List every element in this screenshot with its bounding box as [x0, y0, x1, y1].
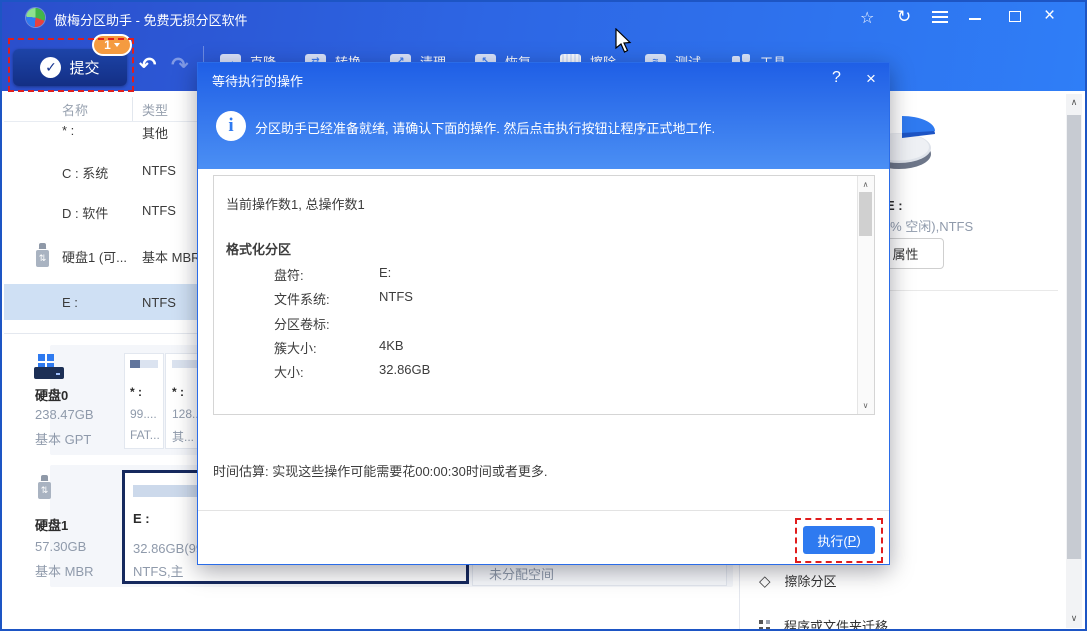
partition-label: * :: [172, 385, 184, 399]
panel-scrollbar[interactable]: ∧ ∨: [1066, 94, 1082, 628]
list-scrollbar[interactable]: ∧ ∨: [857, 176, 874, 414]
scrollbar-thumb[interactable]: [859, 192, 872, 236]
operation-name: 格式化分区: [226, 239, 291, 258]
field-value: E:: [379, 265, 391, 280]
operations-summary: 当前操作数1, 总操作数1: [226, 194, 365, 213]
header-underline: [4, 121, 204, 122]
table-row-name[interactable]: D : 软件: [62, 203, 108, 222]
dialog-title: 等待执行的操作: [212, 71, 303, 90]
scroll-up-icon[interactable]: ∧: [1066, 97, 1082, 108]
field-value: 4KB: [379, 338, 404, 353]
mouse-cursor: [614, 28, 632, 54]
operations-list[interactable]: ∧ ∨ 当前操作数1, 总操作数1 格式化分区 盘符: E: 文件系统: NTF…: [213, 175, 875, 415]
field-label: 盘符:: [274, 265, 304, 284]
menu-label: 程序或文件夹迁移: [784, 616, 888, 631]
help-icon[interactable]: ?: [832, 69, 841, 87]
menu-label: 擦除分区: [785, 571, 837, 590]
refresh-icon[interactable]: ↻: [897, 7, 911, 27]
partition-label: E :: [133, 511, 150, 526]
field-label: 大小:: [274, 362, 304, 381]
maximize-button[interactable]: [1009, 11, 1021, 22]
field-value: NTFS: [379, 289, 413, 304]
undo-icon[interactable]: ↶: [139, 53, 157, 78]
menu-item-app-mover[interactable]: 程序或文件夹迁移: [759, 616, 888, 631]
disk-size: 57.30GB: [35, 539, 86, 554]
close-button[interactable]: ×: [1044, 5, 1055, 27]
favorite-star-icon[interactable]: ☆: [860, 8, 874, 28]
properties-label: 属性: [892, 244, 918, 263]
table-row-name[interactable]: C : 系统: [62, 163, 108, 182]
dialog-info-text: 分区助手已经准备就绪, 请确认下面的操作. 然后点击执行按钮让程序正式地工作.: [255, 118, 715, 137]
column-header-type[interactable]: 类型: [142, 100, 168, 119]
table-row-name[interactable]: 硬盘1 (可...: [62, 247, 127, 266]
partition-fs: FAT...: [130, 428, 160, 442]
disk-name[interactable]: 硬盘1: [35, 515, 68, 534]
disk-name[interactable]: 硬盘0: [35, 385, 68, 404]
app-logo-icon: [26, 8, 45, 27]
table-row-name[interactable]: * :: [62, 123, 74, 138]
field-label: 文件系统:: [274, 289, 330, 308]
table-row-name[interactable]: E :: [62, 295, 78, 310]
table-row-type[interactable]: 其他: [142, 123, 168, 142]
partition-fs: NTFS,主: [133, 561, 184, 580]
window-title: 傲梅分区助手 - 免费无损分区软件: [54, 10, 248, 29]
field-value: 32.86GB: [379, 362, 430, 377]
column-divider: [132, 97, 133, 121]
disk-size: 238.47GB: [35, 407, 94, 422]
table-row-type[interactable]: 基本 MBR: [142, 247, 201, 266]
partition-fs: 其...: [172, 428, 194, 445]
unallocated-label: 未分配空间: [489, 564, 554, 583]
submit-highlight-box: [8, 38, 134, 92]
scroll-up-icon[interactable]: ∧: [858, 180, 873, 189]
table-row-type[interactable]: NTFS: [142, 163, 176, 178]
table-row-type[interactable]: NTFS: [142, 203, 176, 218]
table-row-type[interactable]: NTFS: [142, 295, 176, 310]
disk-layout: 基本 MBR: [35, 561, 94, 580]
info-icon: i: [216, 111, 246, 141]
disk-layout: 基本 GPT: [35, 429, 91, 448]
partition-label: * :: [130, 385, 142, 399]
menu-item-wipe-partition[interactable]: ◇ 擦除分区: [759, 571, 837, 590]
usb-drive-icon: ⇅: [36, 242, 49, 268]
column-header-name[interactable]: 名称: [62, 100, 88, 119]
field-label: 分区卷标:: [274, 314, 330, 333]
time-estimate: 时间估算: 实现这些操作可能需要花00:00:30时间或者更多.: [213, 461, 547, 480]
app-mover-icon: [759, 620, 770, 631]
execute-highlight-box: [795, 518, 883, 563]
pending-operations-dialog: 等待执行的操作 ? × i 分区助手已经准备就绪, 请确认下面的操作. 然后点击…: [197, 62, 890, 565]
menu-icon[interactable]: [932, 11, 948, 13]
scroll-down-icon[interactable]: ∨: [858, 401, 873, 410]
scroll-down-icon[interactable]: ∨: [1066, 613, 1082, 624]
scrollbar-thumb[interactable]: [1067, 115, 1081, 559]
footer-divider: [198, 510, 889, 511]
minimize-button[interactable]: [969, 18, 981, 20]
redo-icon[interactable]: ↷: [171, 53, 189, 78]
disk-icon: [34, 354, 66, 380]
dialog-close-icon[interactable]: ×: [866, 69, 876, 89]
usb-drive-icon: ⇅: [38, 474, 51, 500]
field-label: 簇大小:: [274, 338, 317, 357]
app-window: 傲梅分区助手 - 免费无损分区软件 ☆ ↻ × ✓ 提交 1 ↶ ↷ → 克隆 …: [0, 0, 1087, 631]
wipe-icon: ◇: [759, 572, 771, 590]
partition-size: 99....: [130, 407, 157, 421]
